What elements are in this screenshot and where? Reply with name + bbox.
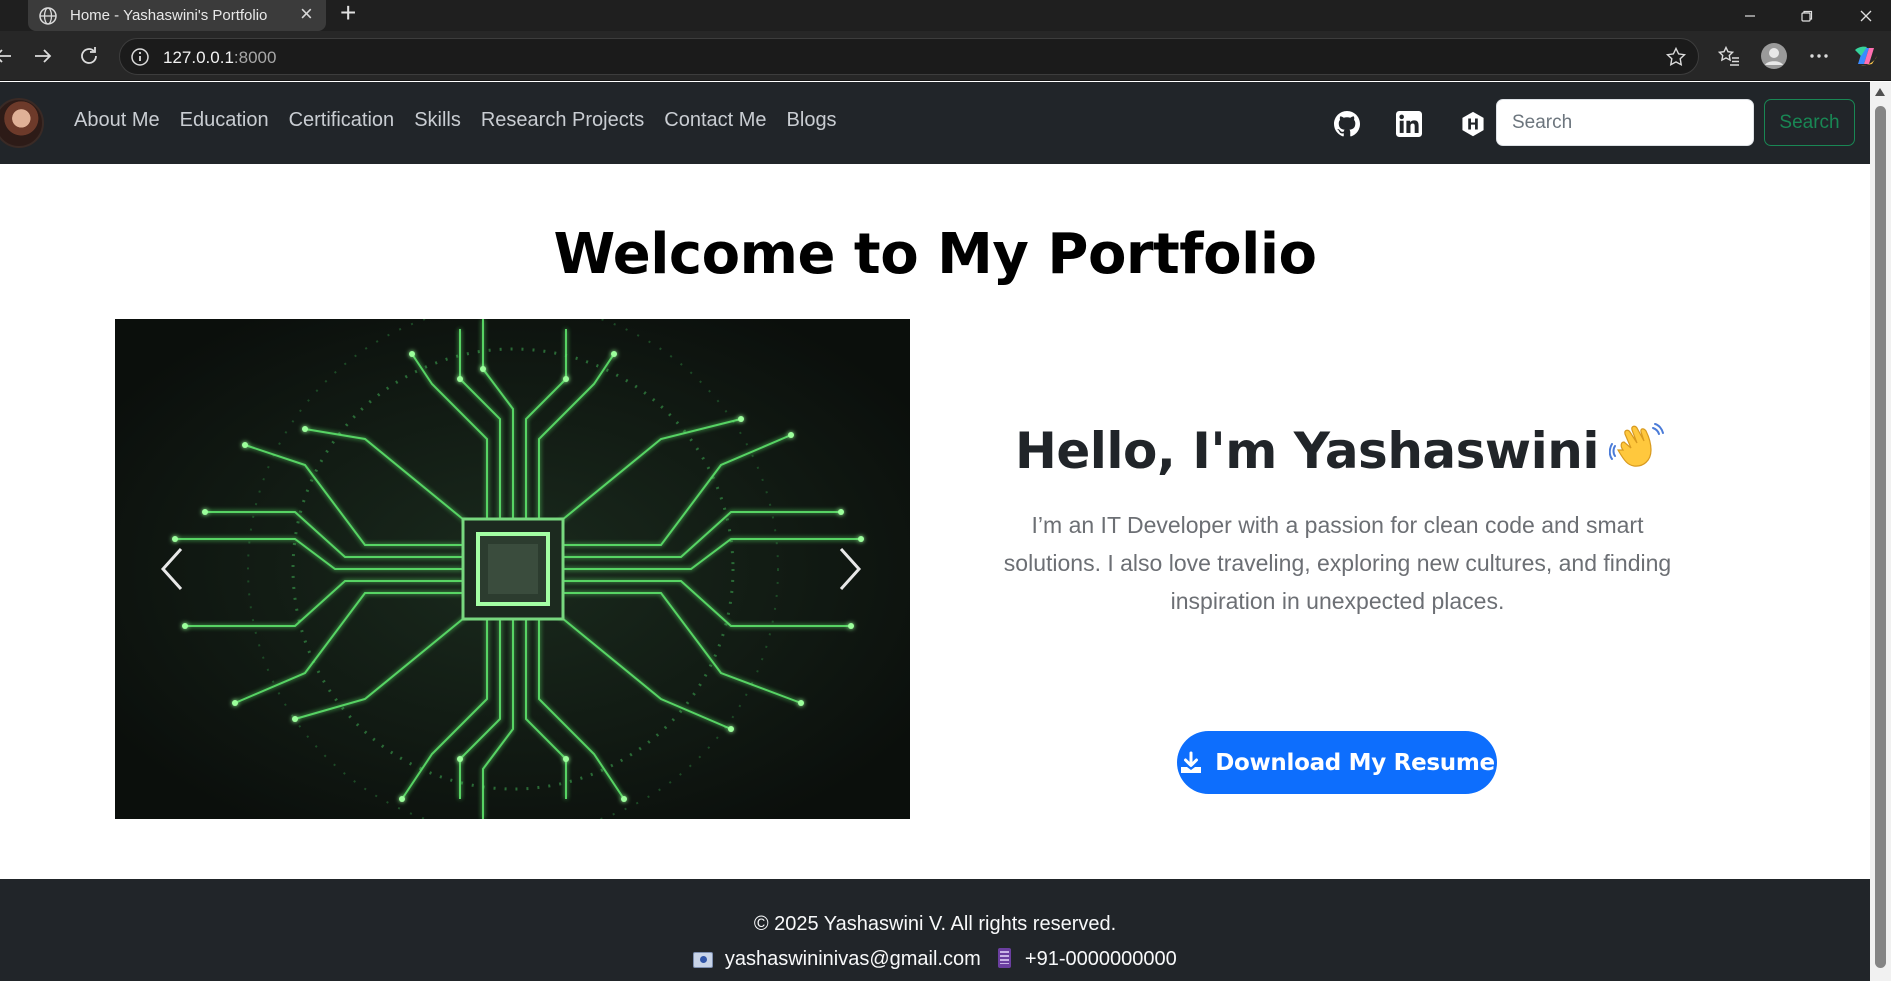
hashnode-icon[interactable]: H [1460, 111, 1486, 137]
copyright-text: © 2025 Yashaswini V. All rights reserved… [753, 913, 1117, 935]
nav-link-research-projects[interactable]: Research Projects [481, 109, 644, 132]
carousel-prev-icon[interactable] [153, 541, 193, 597]
image-carousel[interactable] [115, 319, 910, 819]
nav-link-blogs[interactable]: Blogs [787, 109, 837, 132]
page-title: Welcome to My Portfolio [553, 222, 1317, 287]
svg-text:H: H [1467, 117, 1479, 134]
browser-titlebar: Home - Yashaswini's Portfolio × + [0, 0, 1891, 31]
page-scrollbar[interactable] [1870, 82, 1891, 981]
close-window-icon[interactable] [1846, 0, 1886, 31]
circuit-board-image [115, 319, 910, 819]
github-icon[interactable] [1334, 111, 1360, 137]
profile-avatar[interactable] [0, 98, 44, 148]
more-options-icon[interactable] [1803, 41, 1835, 71]
favorites-icon[interactable] [1713, 41, 1745, 71]
browser-toolbar: 127.0.0.1:8000 [0, 31, 1891, 81]
copilot-icon[interactable] [1850, 41, 1882, 71]
profile-avatar-icon[interactable] [1758, 41, 1790, 71]
reload-icon[interactable] [74, 41, 104, 71]
back-icon[interactable] [0, 41, 18, 71]
intro-text: I’m an IT Developer with a passion for c… [1003, 512, 1672, 614]
site-navbar: About Me Education Certification Skills … [0, 82, 1870, 164]
tab-title: Home - Yashaswini's Portfolio [70, 7, 268, 24]
email-text[interactable]: yashaswininivas@gmail.com [725, 948, 981, 970]
download-resume-label: Download My Resume [1215, 749, 1495, 776]
nav-link-education[interactable]: Education [180, 109, 269, 132]
linkedin-icon[interactable] [1396, 111, 1422, 137]
search-button[interactable]: Search [1764, 99, 1855, 146]
waving-hand-icon [1608, 423, 1664, 467]
nav-link-skills[interactable]: Skills [414, 109, 461, 132]
download-icon [1181, 751, 1202, 773]
scroll-up-arrow-icon[interactable] [1875, 88, 1885, 96]
phone-text[interactable]: +91-0000000000 [1025, 948, 1177, 970]
close-tab-icon[interactable]: × [300, 2, 313, 26]
site-info-icon[interactable] [130, 47, 150, 67]
nav-link-about-me[interactable]: About Me [74, 109, 160, 132]
hello-heading: Hello, I'm Yashaswini [940, 420, 1740, 480]
favorite-star-icon[interactable] [1665, 46, 1687, 68]
email-icon [693, 952, 714, 968]
forward-icon[interactable] [28, 41, 58, 71]
carousel-next-icon[interactable] [829, 541, 869, 597]
scroll-thumb[interactable] [1875, 106, 1886, 968]
restore-icon[interactable] [1787, 0, 1827, 31]
site-footer: © 2025 Yashaswini V. All rights reserved… [0, 879, 1870, 981]
minimize-icon[interactable] [1730, 0, 1770, 31]
new-tab-icon[interactable]: + [340, 0, 356, 27]
url-text: 127.0.0.1:8000 [163, 48, 277, 67]
nav-link-contact-me[interactable]: Contact Me [664, 109, 766, 132]
contact-line: yashaswininivas@gmail.com +91-0000000000 [0, 948, 1870, 971]
globe-icon [39, 7, 57, 25]
address-bar[interactable]: 127.0.0.1:8000 [119, 38, 1699, 75]
nav-link-certification[interactable]: Certification [289, 109, 395, 132]
nav-links: About Me Education Certification Skills … [74, 109, 857, 132]
browser-tab[interactable]: Home - Yashaswini's Portfolio × [28, 0, 326, 31]
phone-icon [998, 948, 1012, 968]
download-resume-button[interactable]: Download My Resume [1177, 731, 1497, 794]
search-input[interactable] [1496, 99, 1754, 146]
